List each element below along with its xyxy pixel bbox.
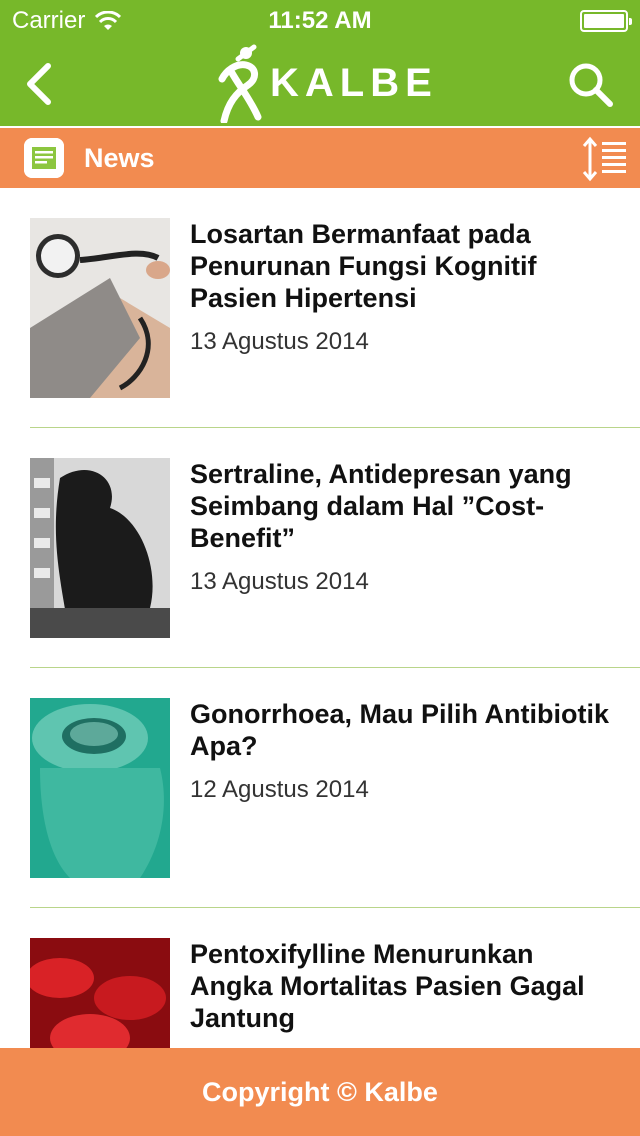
kalbe-figure-icon — [218, 44, 262, 123]
article-thumbnail — [30, 938, 170, 1048]
chevron-left-icon — [27, 63, 51, 105]
section-header: News — [0, 128, 640, 188]
battery-fill — [584, 14, 624, 28]
article-title: Sertraline, Antidepresan yang Seimbang d… — [190, 459, 572, 553]
sort-button[interactable] — [582, 136, 628, 182]
list-item[interactable]: Losartan Bermanfaat pada Penurunan Fungs… — [0, 188, 640, 428]
article-thumbnail — [30, 698, 170, 878]
article-thumbnail — [30, 218, 170, 398]
section-title: News — [84, 143, 155, 173]
battery-icon — [580, 10, 632, 32]
clock: 11:52 AM — [268, 7, 372, 34]
kalbe-logo: KALBE — [218, 40, 438, 126]
news-icon — [24, 138, 64, 178]
list-item[interactable]: Pentoxifylline Menurunkan Angka Mortalit… — [0, 908, 640, 1048]
article-thumbnail — [30, 458, 170, 638]
search-button[interactable] — [566, 60, 614, 108]
status-bar: Carrier 11:52 AM — [0, 0, 640, 40]
battery-nub — [629, 18, 632, 25]
list-item[interactable]: Sertraline, Antidepresan yang Seimbang d… — [0, 428, 640, 668]
navigation-bar: KALBE — [0, 40, 640, 126]
top-bar: Carrier 11:52 AM KALBE — [0, 0, 640, 126]
footer: Copyright © Kalbe — [0, 1048, 640, 1136]
list-item[interactable]: Gonorrhoea, Mau Pilih Antibiotik Apa? 12… — [0, 668, 640, 908]
article-title: Pentoxifylline Menurunkan Angka Mortalit… — [190, 939, 585, 1033]
article-title: Losartan Bermanfaat pada Penurunan Fungs… — [190, 219, 537, 313]
article-date: 12 Agustus 2014 — [190, 776, 369, 803]
article-date: 13 Agustus 2014 — [190, 568, 369, 595]
back-button[interactable] — [18, 60, 62, 108]
logo-wordmark: KALBE — [270, 60, 438, 105]
sort-icon — [582, 136, 626, 182]
search-icon — [569, 63, 613, 107]
article-date: 13 Agustus 2014 — [190, 328, 369, 355]
article-title: Gonorrhoea, Mau Pilih Antibiotik Apa? — [190, 699, 610, 761]
news-list: Losartan Bermanfaat pada Penurunan Fungs… — [0, 188, 640, 1048]
